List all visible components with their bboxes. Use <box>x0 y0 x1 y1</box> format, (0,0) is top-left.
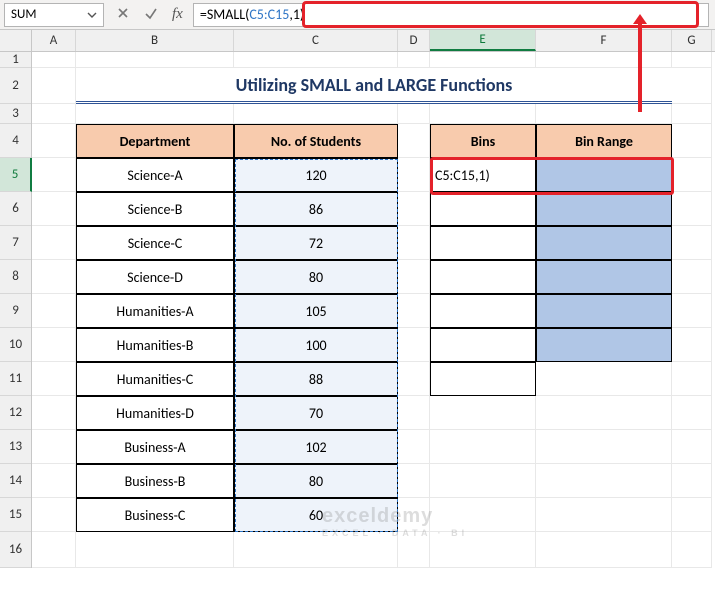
table-row[interactable]: Science-C <box>76 226 234 260</box>
col-header-A[interactable]: A <box>32 30 76 51</box>
table-row[interactable]: Humanities-D <box>76 396 234 430</box>
cell-E8[interactable] <box>430 260 536 294</box>
cell-E5-value: C5:C15,1) <box>435 167 490 184</box>
table-row[interactable]: Business-C <box>76 498 234 532</box>
formula-bar-buttons: fx <box>108 6 193 24</box>
col-header-G[interactable]: G <box>672 30 712 51</box>
row-header-6[interactable]: 6 <box>0 192 31 226</box>
row-header-8[interactable]: 8 <box>0 260 31 294</box>
table-row[interactable]: 88 <box>234 362 398 396</box>
formula-num: 1 <box>293 6 300 23</box>
header-binrange: Bin Range <box>536 124 672 158</box>
table-row[interactable]: Business-B <box>76 464 234 498</box>
name-box-value: SUM <box>11 7 36 22</box>
cell-F10[interactable] <box>536 328 672 362</box>
cell-E5-editing[interactable]: C5:C15,1) <box>430 158 536 192</box>
table-row[interactable]: Science-D <box>76 260 234 294</box>
table-row[interactable]: Science-A <box>76 158 234 192</box>
cell-E9[interactable] <box>430 294 536 328</box>
cell-F5[interactable] <box>536 158 672 192</box>
cancel-icon[interactable] <box>116 6 130 24</box>
row-header-1[interactable]: 1 <box>0 52 31 68</box>
row-header-11[interactable]: 11 <box>0 362 31 396</box>
row-header-9[interactable]: 9 <box>0 294 31 328</box>
row-header-4[interactable]: 4 <box>0 124 31 158</box>
table-row[interactable]: Science-B <box>76 192 234 226</box>
table-row[interactable]: Humanities-B <box>76 328 234 362</box>
insert-function-icon[interactable]: fx <box>172 6 183 23</box>
row-header-15[interactable]: 15 <box>0 498 31 532</box>
table-row[interactable]: 80 <box>234 464 398 498</box>
row-header-14[interactable]: 14 <box>0 464 31 498</box>
excel-window: SUM fx =SMALL( C5:C15,1) A B C D E F G 1 … <box>0 0 715 610</box>
row-header-12[interactable]: 12 <box>0 396 31 430</box>
col-header-C[interactable]: C <box>234 30 398 51</box>
table-row[interactable]: 72 <box>234 226 398 260</box>
worksheet-grid[interactable]: 1 2 3 4 5 6 7 8 9 10 11 12 13 14 15 16 <box>0 52 715 568</box>
watermark-sub: EXCEL · DATA · BI <box>322 528 468 538</box>
table-row[interactable]: 102 <box>234 430 398 464</box>
cell-F8[interactable] <box>536 260 672 294</box>
row-header-16[interactable]: 16 <box>0 532 31 568</box>
row-header-10[interactable]: 10 <box>0 328 31 362</box>
col-header-E[interactable]: E <box>430 30 536 51</box>
header-students: No. of Students <box>234 124 398 158</box>
row-header-3[interactable]: 3 <box>0 104 31 124</box>
header-bins: Bins <box>430 124 536 158</box>
name-box[interactable]: SUM <box>4 3 104 27</box>
table-row[interactable]: 70 <box>234 396 398 430</box>
table-row[interactable]: Humanities-A <box>76 294 234 328</box>
watermark-main: exceldemy <box>322 505 433 527</box>
name-box-dropdown-icon[interactable] <box>85 8 99 22</box>
formula-fn: SMALL( <box>207 6 250 23</box>
table-row[interactable]: 86 <box>234 192 398 226</box>
row-header-5[interactable]: 5 <box>0 158 32 192</box>
table-row[interactable]: 105 <box>234 294 398 328</box>
formula-ref: C5:C15 <box>249 6 289 23</box>
cell-F7[interactable] <box>536 226 672 260</box>
table-row[interactable]: Business-A <box>76 430 234 464</box>
table-row[interactable]: 120 <box>234 158 398 192</box>
cell-E10[interactable] <box>430 328 536 362</box>
cells-area[interactable]: Utilizing SMALL and LARGE Functions Depa… <box>32 52 715 568</box>
col-header-B[interactable]: B <box>76 30 234 51</box>
enter-icon[interactable] <box>144 6 158 24</box>
cell-E11[interactable] <box>430 362 536 396</box>
col-header-F[interactable]: F <box>536 30 672 51</box>
header-department: Department <box>76 124 234 158</box>
formula-eq: = <box>200 6 207 23</box>
page-title: Utilizing SMALL and LARGE Functions <box>76 68 672 104</box>
annotation-arrow <box>638 22 642 112</box>
cell-F9[interactable] <box>536 294 672 328</box>
col-header-D[interactable]: D <box>398 30 430 51</box>
cell-E7[interactable] <box>430 226 536 260</box>
row-header-7[interactable]: 7 <box>0 226 31 260</box>
row-headers: 1 2 3 4 5 6 7 8 9 10 11 12 13 14 15 16 <box>0 52 32 568</box>
column-headers: A B C D E F G <box>0 30 715 52</box>
table-row[interactable]: Humanities-C <box>76 362 234 396</box>
watermark: exceldemy EXCEL · DATA · BI <box>322 505 468 538</box>
select-all-corner[interactable] <box>0 30 32 51</box>
table-row[interactable]: 100 <box>234 328 398 362</box>
cell-E6[interactable] <box>430 192 536 226</box>
cell-F6[interactable] <box>536 192 672 226</box>
row-header-2[interactable]: 2 <box>0 68 31 104</box>
table-row[interactable]: 80 <box>234 260 398 294</box>
row-header-13[interactable]: 13 <box>0 430 31 464</box>
